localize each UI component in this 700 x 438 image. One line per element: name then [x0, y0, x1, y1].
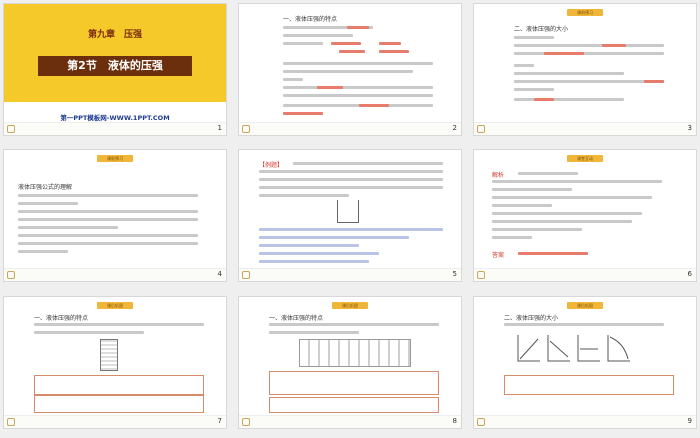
- slide-heading: 一、液体压强的特点: [283, 16, 338, 23]
- slide-thumbnail-3[interactable]: 课前预习 二、液体压强的大小 3: [474, 4, 696, 135]
- slide-footer: 7: [4, 415, 226, 428]
- u-tube-figures: [299, 339, 411, 367]
- title-band: [4, 4, 226, 102]
- home-icon: [242, 418, 250, 426]
- slide-footer: 9: [474, 415, 696, 428]
- answer-label: 答案: [492, 252, 505, 259]
- chapter-title: 第九章 压强: [87, 30, 142, 40]
- slide-thumbnail-6[interactable]: 课堂互动 解析 答案 6: [474, 150, 696, 281]
- slide-number: 9: [687, 417, 692, 425]
- container-figure: [100, 339, 118, 371]
- slide-footer: 2: [239, 122, 461, 135]
- slide-heading: 【例题】: [259, 162, 284, 169]
- slide-thumbnail-9[interactable]: 课后巩固 二、液体压强的大小 9: [474, 297, 696, 428]
- home-icon: [477, 125, 485, 133]
- beaker-figure: [337, 200, 359, 223]
- slide-footer: 3: [474, 122, 696, 135]
- answer-box: [34, 395, 204, 413]
- graph-figures: [514, 333, 634, 367]
- slide-heading: 解析: [492, 172, 505, 179]
- section-tag: 课后巩固: [332, 302, 368, 309]
- home-icon: [7, 125, 15, 133]
- explanation-box: [504, 375, 674, 395]
- slide-thumbnail-2[interactable]: 一、液体压强的特点 2: [239, 4, 461, 135]
- home-icon: [7, 418, 15, 426]
- slide-footer: 4: [4, 268, 226, 281]
- home-icon: [477, 271, 485, 279]
- slide-number: 2: [452, 124, 457, 132]
- section-tag: 课前预习: [567, 9, 603, 16]
- slide-footer: 1: [4, 122, 226, 135]
- section-tag: 课前预习: [97, 155, 133, 162]
- slide-number: 7: [217, 417, 222, 425]
- slide-number: 6: [687, 270, 692, 278]
- home-icon: [477, 418, 485, 426]
- slide-thumbnail-7[interactable]: 课后巩固 一、液体压强的特点 7: [4, 297, 226, 428]
- slide-number: 8: [452, 417, 457, 425]
- section-tag: 课后巩固: [97, 302, 133, 309]
- section-tag: 课堂互动: [567, 155, 603, 162]
- slide-number: 1: [217, 124, 222, 132]
- slide-number: 5: [452, 270, 457, 278]
- slide-number: 4: [217, 270, 222, 278]
- slide-thumbnail-8[interactable]: 课后巩固 一、液体压强的特点 8: [239, 297, 461, 428]
- home-icon: [7, 271, 15, 279]
- home-icon: [242, 271, 250, 279]
- brand-text: 第一PPT模板网-WWW.1PPT.COM: [60, 114, 170, 122]
- slide-heading: 一、液体压强的特点: [34, 315, 89, 322]
- section-title: 第2节 液体的压强: [38, 56, 192, 76]
- slide-footer: 8: [239, 415, 461, 428]
- slide-footer: 6: [474, 268, 696, 281]
- answer-box: [269, 397, 439, 413]
- slide-thumbnail-5[interactable]: 【例题】 5: [239, 150, 461, 281]
- explanation-box: [269, 371, 439, 395]
- explanation-box: [34, 375, 204, 395]
- slide-heading: 二、液体压强的大小: [504, 315, 559, 322]
- slide-heading: 液体压强公式的理解: [18, 184, 73, 191]
- slide-heading: 二、液体压强的大小: [514, 26, 569, 33]
- slide-footer: 5: [239, 268, 461, 281]
- section-tag: 课后巩固: [567, 302, 603, 309]
- slide-heading: 一、液体压强的特点: [269, 315, 324, 322]
- home-icon: [242, 125, 250, 133]
- slide-number: 3: [687, 124, 692, 132]
- slide-thumbnail-1[interactable]: 第九章 压强 第2节 液体的压强 第一PPT模板网-WWW.1PPT.COM 1: [4, 4, 226, 135]
- slide-thumbnail-4[interactable]: 课前预习 液体压强公式的理解 4: [4, 150, 226, 281]
